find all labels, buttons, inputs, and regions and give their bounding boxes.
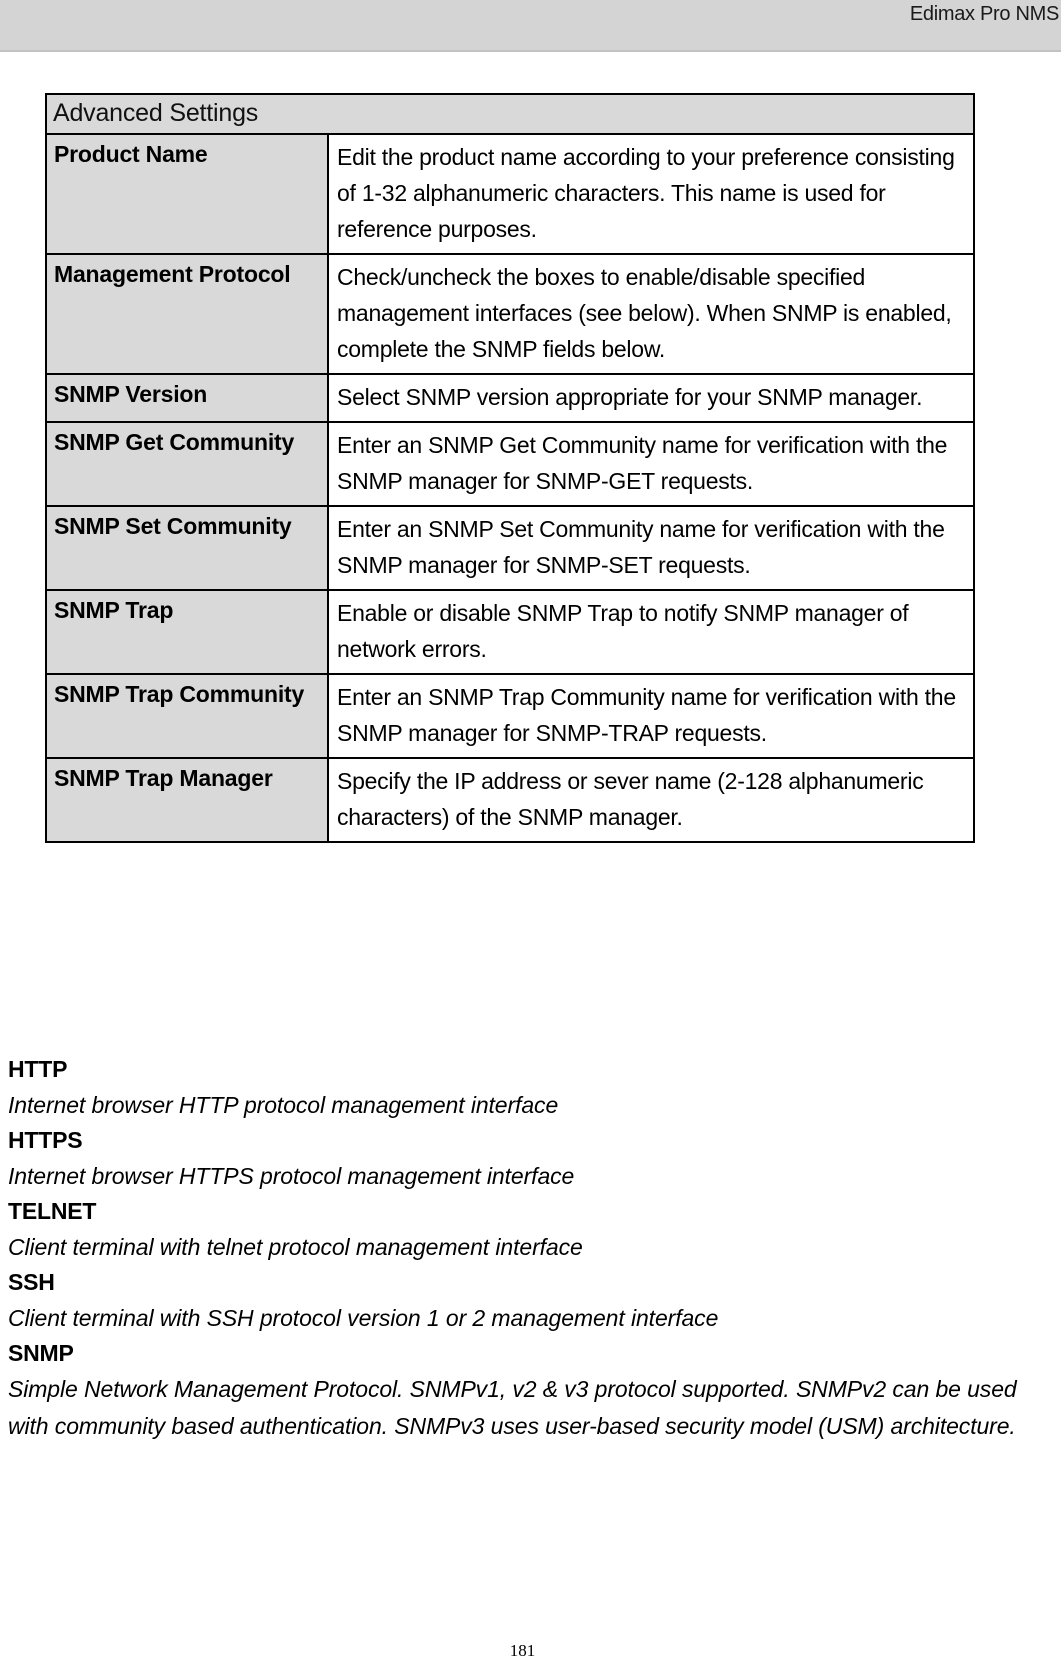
setting-description: Enter an SNMP Set Community name for ver… [328,506,975,591]
setting-label: SNMP Get Community [46,422,329,507]
setting-description: Edit the product name according to your … [328,134,975,255]
table-row: SNMP Get Community Enter an SNMP Get Com… [46,422,975,507]
table-row: SNMP Trap Community Enter an SNMP Trap C… [46,674,975,759]
page-header-band: Edimax Pro NMS [0,0,1061,52]
protocol-definition: Internet browser HTTPS protocol manageme… [8,1163,575,1189]
page-number: 181 [509,1641,536,1660]
table-row: Management Protocol Check/uncheck the bo… [46,254,975,375]
protocol-term: SNMP [8,1340,74,1366]
setting-label: SNMP Trap Community [46,674,329,759]
table-section-title: Advanced Settings [46,94,975,135]
protocol-definition: Simple Network Management Protocol. SNMP… [8,1376,1017,1439]
setting-description: Enable or disable SNMP Trap to notify SN… [328,590,975,675]
setting-description: Enter an SNMP Trap Community name for ve… [328,674,975,759]
protocol-glossary: HTTP Internet browser HTTP protocol mana… [8,1052,1053,1445]
settings-table-body: Advanced Settings Product Name Edit the … [46,94,975,842]
protocol-definition: Internet browser HTTP protocol managemen… [8,1092,559,1118]
setting-label: Management Protocol [46,254,329,375]
protocol-term: TELNET [8,1198,97,1224]
setting-description: Select SNMP version appropriate for your… [328,374,975,423]
table-row: SNMP Trap Manager Specify the IP address… [46,758,975,842]
table-row: SNMP Trap Enable or disable SNMP Trap to… [46,590,975,675]
advanced-settings-table: Advanced Settings Product Name Edit the … [45,93,976,843]
setting-label: SNMP Trap Manager [46,758,329,842]
page-header-title: Edimax Pro NMS [909,3,1059,25]
setting-label: SNMP Version [46,374,329,423]
setting-description: Check/uncheck the boxes to enable/disabl… [328,254,975,375]
protocol-term: HTTP [8,1056,68,1082]
setting-description: Enter an SNMP Get Community name for ver… [328,422,975,507]
table-row: SNMP Set Community Enter an SNMP Set Com… [46,506,975,591]
setting-label: Product Name [46,134,329,255]
protocol-definition: Client terminal with telnet protocol man… [8,1234,583,1260]
protocol-definition: Client terminal with SSH protocol versio… [8,1305,719,1331]
table-section-header-row: Advanced Settings [46,94,975,135]
setting-label: SNMP Set Community [46,506,329,591]
setting-description: Specify the IP address or sever name (2-… [328,758,975,842]
setting-label: SNMP Trap [46,590,329,675]
table-row: Product Name Edit the product name accor… [46,134,975,255]
protocol-term: SSH [8,1269,55,1295]
protocol-term: HTTPS [8,1127,83,1153]
table-row: SNMP Version Select SNMP version appropr… [46,374,975,423]
